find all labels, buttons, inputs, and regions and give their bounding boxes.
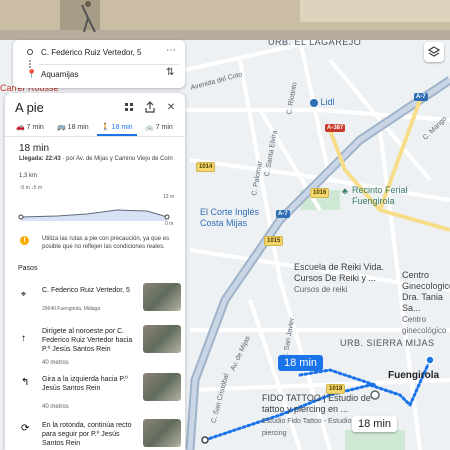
destination-row[interactable]: 📍 Aquamijas ⇅ bbox=[13, 64, 185, 86]
pin-icon: ⌖ bbox=[21, 289, 27, 299]
route-distance: 1,3 km bbox=[19, 173, 38, 179]
panel-title: A pie bbox=[15, 100, 44, 115]
swap-icon[interactable]: ⇅ bbox=[166, 67, 174, 78]
share-button[interactable] bbox=[143, 100, 157, 114]
arrow-up-icon: ↑ bbox=[21, 333, 26, 344]
roundabout-icon: ⟳ bbox=[21, 423, 30, 434]
maps-app: URB. EL LAGAREJO URB. SIERRA MIJAS Carre… bbox=[0, 0, 450, 450]
step-title: Dirígete al noroeste por C. Federico Rui… bbox=[42, 328, 133, 353]
route-duration-chip-primary[interactable]: 18 min bbox=[278, 355, 324, 371]
poi-centro-ginecologico[interactable]: Centro Ginecologico Dra. Tania Sa... Cen… bbox=[402, 270, 450, 336]
elevation-chart bbox=[18, 209, 170, 221]
area-label-sierra-mijas: URB. SIERRA MIJAS bbox=[340, 338, 435, 348]
tab-bike[interactable]: 🚲 7 min bbox=[145, 123, 173, 131]
poi-corte-ingles[interactable]: El Corte Inglés Costa Mijas bbox=[200, 207, 270, 229]
origin-dot-icon bbox=[27, 49, 33, 55]
street-view-photo bbox=[0, 0, 450, 40]
directions-panel: A pie ✕ 🚗 7 min 🚌 18 min 🚶 18 min 🚲 7 mi… bbox=[5, 93, 185, 450]
origin-input[interactable]: C. Federico Ruiz Vertedor, 5 bbox=[41, 48, 142, 57]
origin-row[interactable]: C. Federico Ruiz Vertedor, 5 ⋯ bbox=[13, 42, 185, 64]
step-item[interactable]: ⟳ En la rotonda, continúa recto para seg… bbox=[5, 419, 185, 449]
step-title: Gira a la izquierda hacia P.º Jesús Sant… bbox=[42, 376, 128, 392]
destination-input[interactable]: Aquamijas bbox=[41, 70, 78, 79]
road-badge-a7-mid: A-7 bbox=[276, 210, 290, 218]
turn-left-icon: ↰ bbox=[21, 377, 30, 388]
poi-escuela-reiki[interactable]: Escuela de Reiki Vida. Cursos De Reiki y… bbox=[294, 262, 389, 295]
bus-icon: 🚌 bbox=[57, 124, 66, 131]
park-icon: ♣ bbox=[342, 186, 348, 196]
close-icon: ✕ bbox=[166, 101, 176, 113]
step-item[interactable]: ↑ Dirígete al noroeste por C. Federico R… bbox=[5, 325, 185, 366]
tabs-divider bbox=[5, 136, 185, 137]
step-thumbnail[interactable] bbox=[143, 283, 181, 311]
layers-button[interactable] bbox=[424, 42, 444, 62]
bike-icon: 🚲 bbox=[145, 124, 154, 131]
search-divider bbox=[39, 64, 179, 65]
details-button[interactable] bbox=[122, 100, 136, 114]
share-icon bbox=[145, 101, 155, 113]
route-duration-chip-alt[interactable]: 18 min bbox=[352, 416, 398, 432]
car-icon: 🚗 bbox=[16, 124, 25, 131]
tab-bus[interactable]: 🚌 18 min bbox=[57, 123, 89, 131]
step-title: En la rotonda, continúa recto para segui… bbox=[42, 422, 132, 447]
photo-illustration bbox=[0, 0, 450, 40]
elevation-min-label: 0 m bbox=[165, 221, 174, 227]
steps-header: Pasos bbox=[18, 265, 38, 272]
step-item[interactable]: ⌖ C. Federico Ruiz Vertedor, 5 29640 Fue… bbox=[5, 283, 185, 315]
walk-icon: 🚶 bbox=[101, 124, 110, 131]
route-duration: 18 min bbox=[19, 143, 50, 154]
step-thumbnail[interactable] bbox=[143, 373, 181, 401]
elevation-summary: ↑5 m ↓5 m bbox=[19, 185, 43, 191]
poi-recinto-ferial[interactable]: ♣ Recinto Ferial Fuengirola bbox=[342, 185, 450, 207]
layers-icon bbox=[428, 46, 440, 57]
road-badge-1014: 1014 bbox=[196, 162, 216, 172]
step-distance: 40 metros bbox=[42, 360, 69, 366]
road-badge-1018: 1018 bbox=[326, 384, 346, 394]
step-distance: 40 metros bbox=[42, 404, 69, 410]
road-badge-1015: 1015 bbox=[264, 236, 284, 246]
tab-walk[interactable]: 🚶 18 min bbox=[101, 123, 133, 131]
destination-pin-icon: 📍 bbox=[26, 69, 38, 79]
step-title: C. Federico Ruiz Vertedor, 5 bbox=[42, 287, 130, 294]
road-badge-1016: 1016 bbox=[310, 188, 330, 198]
poi-lidl[interactable]: Lidl bbox=[310, 97, 335, 108]
warning-icon: ! bbox=[20, 236, 29, 245]
step-thumbnail[interactable] bbox=[143, 419, 181, 447]
road-badge-a387: A-387 bbox=[325, 124, 346, 132]
more-options-icon[interactable]: ⋯ bbox=[166, 45, 176, 56]
directions-search-card: C. Federico Ruiz Vertedor, 5 ⋯ 📍 Aquamij… bbox=[13, 40, 185, 88]
step-item[interactable]: ↰ Gira a la izquierda hacia P.º Jesús Sa… bbox=[5, 373, 185, 410]
walking-warning: Utiliza las rutas a pie con precaución, … bbox=[42, 236, 170, 250]
city-label-fuengirola: Fuengirola bbox=[388, 370, 440, 381]
tab-car[interactable]: 🚗 7 min bbox=[16, 123, 44, 131]
grid-icon bbox=[125, 103, 133, 111]
step-subtitle: 29640 Fuengirola, Málaga bbox=[42, 306, 101, 312]
road-badge-a7-top: A-7 bbox=[414, 93, 428, 101]
close-button[interactable]: ✕ bbox=[164, 100, 178, 114]
cart-icon bbox=[310, 98, 318, 107]
route-arrival: Llegada: 22:43 · por Av. de Mijas y Cami… bbox=[19, 156, 173, 162]
step-thumbnail[interactable] bbox=[143, 325, 181, 353]
